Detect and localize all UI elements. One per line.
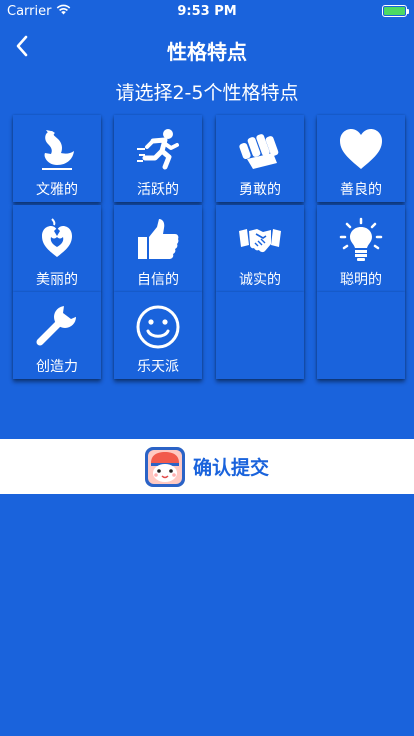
battery-fill (384, 7, 405, 15)
nav-bar: 性格特点 (0, 22, 414, 74)
wrench-icon (34, 304, 80, 350)
trait-label: 善良的 (340, 182, 382, 198)
trait-card-honest[interactable]: 诚实的 (216, 205, 304, 292)
thumbs-up-icon (135, 217, 181, 263)
handshake-icon (237, 217, 283, 263)
trait-label: 美丽的 (36, 272, 78, 288)
trait-card-brave[interactable]: 勇敢的 (216, 115, 304, 202)
trait-label: 聪明的 (340, 272, 382, 288)
runner-icon (135, 127, 181, 173)
trait-label: 乐天派 (137, 359, 179, 375)
trait-label: 自信的 (137, 272, 179, 288)
trait-card-kind[interactable]: 善良的 (317, 115, 405, 202)
trait-label: 活跃的 (137, 182, 179, 198)
cartoon-avatar-icon (144, 446, 185, 487)
heart-flower-icon (34, 217, 80, 263)
carrier-label: Carrier (7, 3, 52, 19)
lightbulb-icon (338, 217, 384, 263)
swan-icon (34, 127, 80, 173)
empty-card (317, 292, 405, 379)
empty-card (216, 292, 304, 379)
trait-label: 创造力 (36, 359, 78, 375)
confirm-label: 确认提交 (192, 457, 269, 479)
trait-card-smart[interactable]: 聪明的 (317, 205, 405, 292)
confirm-button[interactable]: 确认提交 (0, 439, 414, 494)
trait-card-elegant[interactable]: 文雅的 (13, 115, 101, 202)
status-bar: Carrier 9:53 PM (0, 0, 414, 22)
trait-card-creative[interactable]: 创造力 (13, 292, 101, 379)
status-left: Carrier (7, 4, 71, 19)
trait-label: 勇敢的 (239, 182, 281, 198)
trait-label: 诚实的 (239, 272, 281, 288)
status-right (382, 5, 409, 17)
trait-card-active[interactable]: 活跃的 (114, 115, 202, 202)
trait-label: 文雅的 (36, 182, 78, 198)
instruction-text: 请选择2-5个性格特点 (115, 82, 299, 104)
heart-icon (338, 127, 384, 173)
trait-card-confident[interactable]: 自信的 (114, 205, 202, 292)
trait-card-beautiful[interactable]: 美丽的 (13, 205, 101, 292)
fist-icon (237, 127, 283, 173)
battery-icon (382, 5, 409, 17)
wifi-icon (56, 4, 71, 19)
smiley-icon (135, 304, 181, 350)
page-title: 性格特点 (167, 40, 247, 64)
trait-card-optimistic[interactable]: 乐天派 (114, 292, 202, 379)
